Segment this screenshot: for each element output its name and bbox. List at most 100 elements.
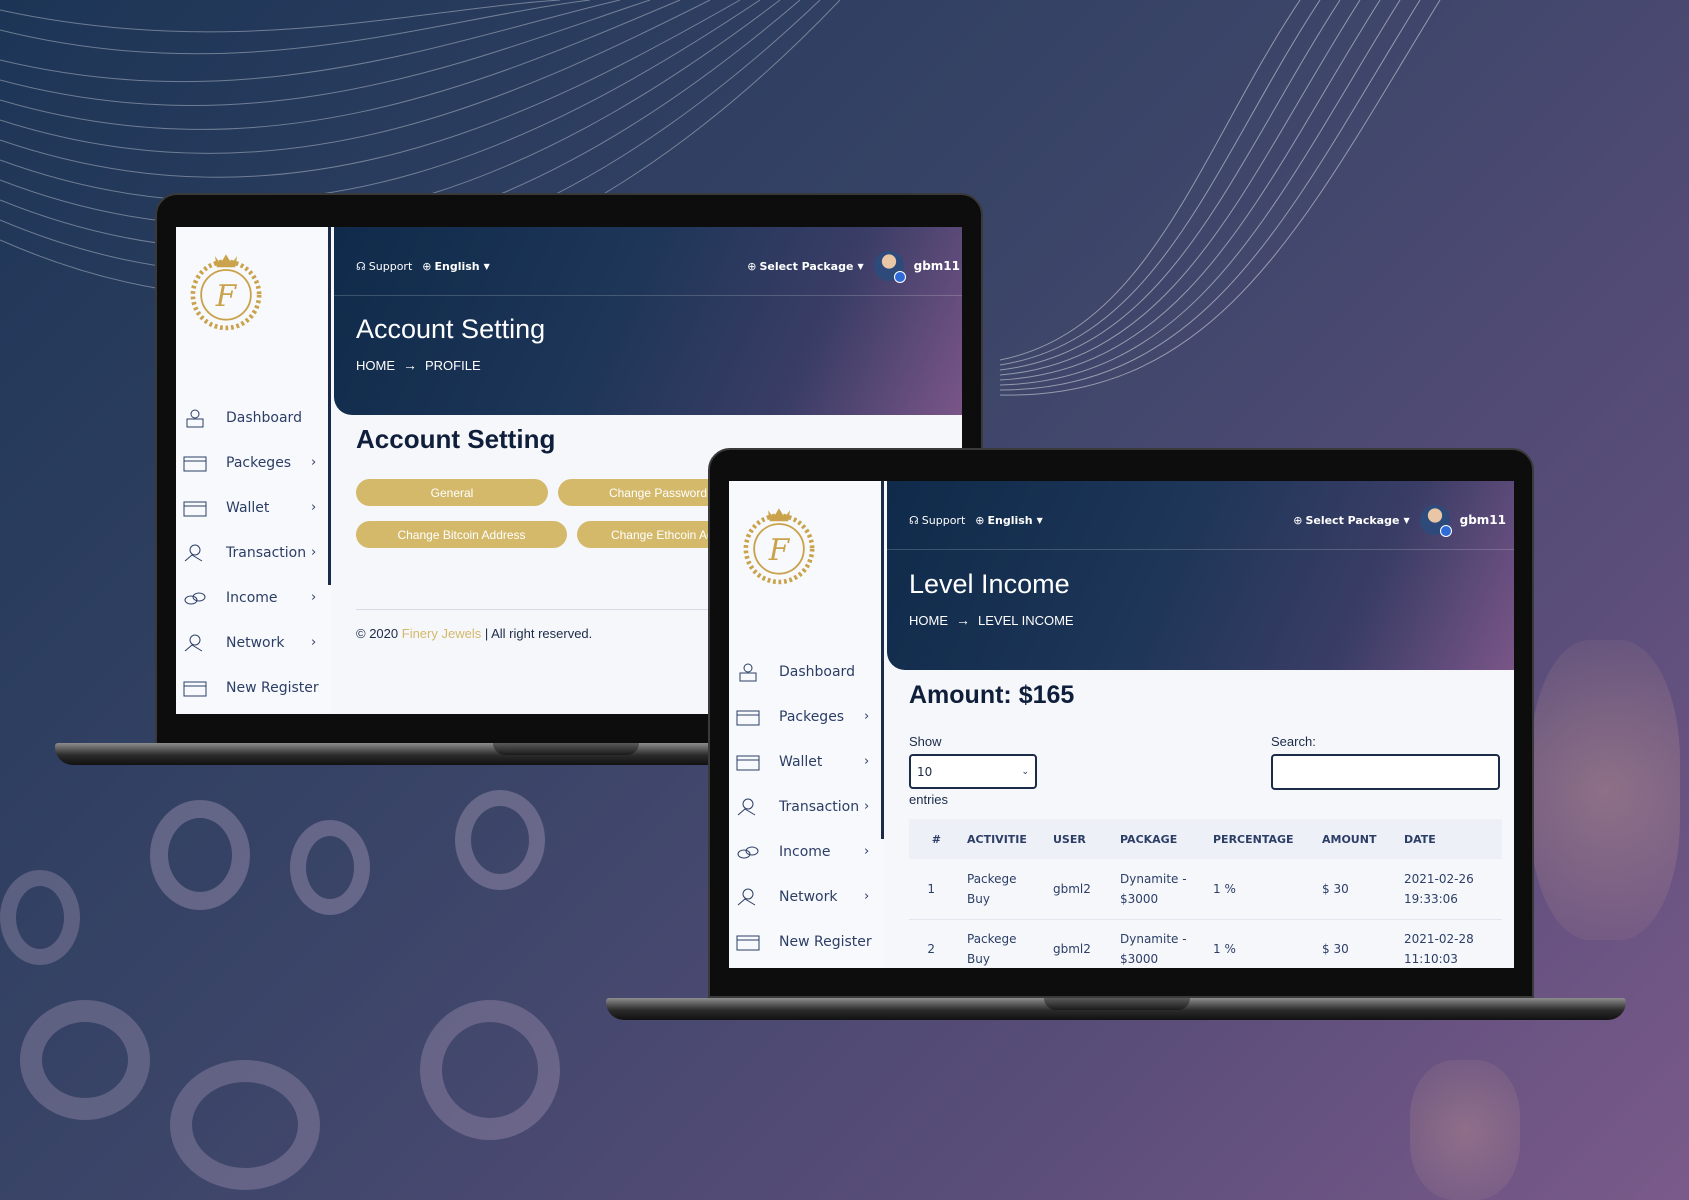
- income-table: # ACTIVITIE USER PACKAGE PERCENTAGE AMOU…: [909, 819, 1502, 968]
- sidebar-item-wallet[interactable]: Wallet ›: [176, 485, 331, 530]
- chevron-right-icon: ›: [864, 889, 870, 904]
- sidebar-item-income[interactable]: Income ›: [729, 829, 884, 874]
- sidebar-item-network[interactable]: Network ›: [729, 874, 884, 919]
- coin-stack-icon: [737, 846, 759, 858]
- chevron-right-icon: ›: [311, 545, 317, 560]
- breadcrumb: HOME → PROFILE: [356, 357, 481, 373]
- entries-label: entries: [909, 792, 949, 807]
- search-input[interactable]: [1271, 754, 1500, 790]
- footer-suffix: | All right reserved.: [484, 626, 593, 641]
- necklace-ring-decor: [420, 1000, 560, 1140]
- entries-per-page-select[interactable]: 10 ⌄: [909, 754, 1037, 789]
- support-link[interactable]: Support: [369, 260, 412, 273]
- sidebar-item-packeges[interactable]: Packeges ›: [729, 694, 884, 739]
- arrow-right-icon: →: [403, 357, 417, 373]
- cell-amount: $ 30: [1322, 942, 1349, 956]
- cell-number: 2: [927, 942, 935, 956]
- language-select[interactable]: English: [434, 260, 479, 273]
- sidebar: F Dashboard Packeges › Wallet › Transactio…: [729, 481, 884, 968]
- dashboard-user-icon: [739, 663, 757, 681]
- cell-activity: Packege Buy: [967, 871, 1017, 906]
- avatar[interactable]: [1419, 505, 1452, 537]
- sidebar-nav: Dashboard Packeges › Wallet › Transaction ›…: [729, 649, 884, 964]
- section-title: Account Setting: [356, 424, 556, 454]
- header-divider: [334, 295, 962, 296]
- svg-text:F: F: [215, 279, 238, 313]
- footer-prefix: © 2020: [356, 626, 399, 641]
- sidebar-scrollbar[interactable]: [328, 227, 331, 585]
- sidebar-item-label: Packeges: [226, 454, 292, 471]
- sidebar-item-new-register[interactable]: New Register: [176, 665, 331, 710]
- language-select[interactable]: English: [987, 514, 1032, 527]
- username[interactable]: gbm11: [1460, 513, 1506, 527]
- column-header[interactable]: ACTIVITIE: [959, 819, 1045, 859]
- hand-coin-icon: [737, 888, 756, 905]
- footer-brand-link[interactable]: Finery Jewels: [402, 626, 481, 641]
- register-box-icon: [736, 935, 760, 950]
- breadcrumb-home[interactable]: HOME: [909, 613, 948, 628]
- svg-text:F: F: [768, 533, 791, 567]
- chevron-right-icon: ›: [864, 799, 870, 814]
- sidebar-item-dashboard[interactable]: Dashboard: [729, 649, 884, 694]
- sidebar-item-label: New Register: [226, 679, 319, 696]
- hand-coin-icon: [184, 634, 203, 651]
- arrow-right-icon: →: [956, 612, 970, 628]
- tab-general[interactable]: General: [356, 479, 548, 506]
- sidebar-item-packeges[interactable]: Packeges ›: [176, 440, 331, 485]
- chevron-right-icon: ›: [311, 455, 317, 470]
- sidebar-item-transaction[interactable]: Transaction ›: [176, 530, 331, 575]
- necklace-ring-decor: [455, 790, 545, 890]
- footer-copyright: © 2020 Finery Jewels | All right reserve…: [356, 626, 592, 641]
- chevron-down-icon: ▼: [1403, 515, 1410, 525]
- select-package-dropdown[interactable]: Select Package: [759, 260, 853, 273]
- cell-number: 1: [927, 881, 935, 896]
- sidebar-item-label: Network: [779, 888, 838, 905]
- sidebar-item-income[interactable]: Income ›: [176, 575, 331, 620]
- laptop-notch: [1044, 998, 1190, 1010]
- hand-coin-icon: [184, 544, 203, 561]
- column-header[interactable]: USER: [1045, 819, 1112, 859]
- username[interactable]: gbm11: [914, 259, 960, 273]
- necklace-ring-decor: [0, 870, 80, 965]
- column-header[interactable]: DATE: [1396, 819, 1502, 859]
- chevron-down-icon: ⌄: [1021, 766, 1029, 777]
- tab-change-bitcoin-address[interactable]: Change Bitcoin Address: [356, 521, 567, 548]
- cell-user: gbml2: [1053, 942, 1091, 956]
- register-box-icon: [183, 681, 207, 696]
- select-package-dropdown[interactable]: Select Package: [1305, 514, 1399, 527]
- sidebar-item-label: Network: [226, 634, 285, 651]
- headset-icon: ☊: [909, 513, 919, 527]
- column-header[interactable]: PACKAGE: [1112, 819, 1205, 859]
- sidebar-item-network[interactable]: Network ›: [176, 620, 331, 665]
- verified-badge-icon: [893, 271, 906, 283]
- necklace-ring-decor: [170, 1060, 320, 1190]
- avatar[interactable]: [873, 251, 906, 283]
- verified-badge-icon: [1439, 525, 1452, 537]
- sidebar-item-label: Income: [226, 589, 278, 606]
- sidebar-nav: Dashboard Packeges › Wallet › Transaction ›…: [176, 395, 331, 710]
- sidebar-item-label: Packeges: [779, 708, 845, 725]
- cell-date: 2021-02-28 11:10:03: [1404, 932, 1474, 966]
- column-header[interactable]: PERCENTAGE: [1205, 819, 1314, 859]
- globe-icon: ⊕: [422, 259, 432, 273]
- package-box-icon: [736, 710, 760, 725]
- sidebar-item-transaction[interactable]: Transaction ›: [729, 784, 884, 829]
- finery-jewels-logo: F: [743, 508, 815, 585]
- topbar: ☊ Support ⊕ English ▼ ⊕ Select Package ▼…: [909, 505, 1514, 537]
- finery-jewels-logo: F: [190, 254, 262, 331]
- column-header[interactable]: #: [909, 819, 959, 859]
- sidebar-item-wallet[interactable]: Wallet ›: [729, 739, 884, 784]
- support-link[interactable]: Support: [922, 514, 965, 527]
- chevron-down-icon: ▼: [1036, 515, 1043, 525]
- cell-package: Dynamite - $3000: [1120, 871, 1187, 906]
- column-header[interactable]: AMOUNT: [1314, 819, 1396, 859]
- page-title: Account Setting: [356, 314, 546, 344]
- headset-icon: ☊: [356, 259, 366, 273]
- sidebar-item-label: New Register: [779, 933, 872, 950]
- sidebar-item-new-register[interactable]: New Register: [729, 919, 884, 964]
- cell-package: Dynamite - $3000: [1120, 932, 1187, 966]
- sidebar-item-dashboard[interactable]: Dashboard: [176, 395, 331, 440]
- sidebar-scrollbar[interactable]: [881, 481, 884, 839]
- chevron-right-icon: ›: [311, 500, 317, 515]
- breadcrumb-home[interactable]: HOME: [356, 358, 395, 373]
